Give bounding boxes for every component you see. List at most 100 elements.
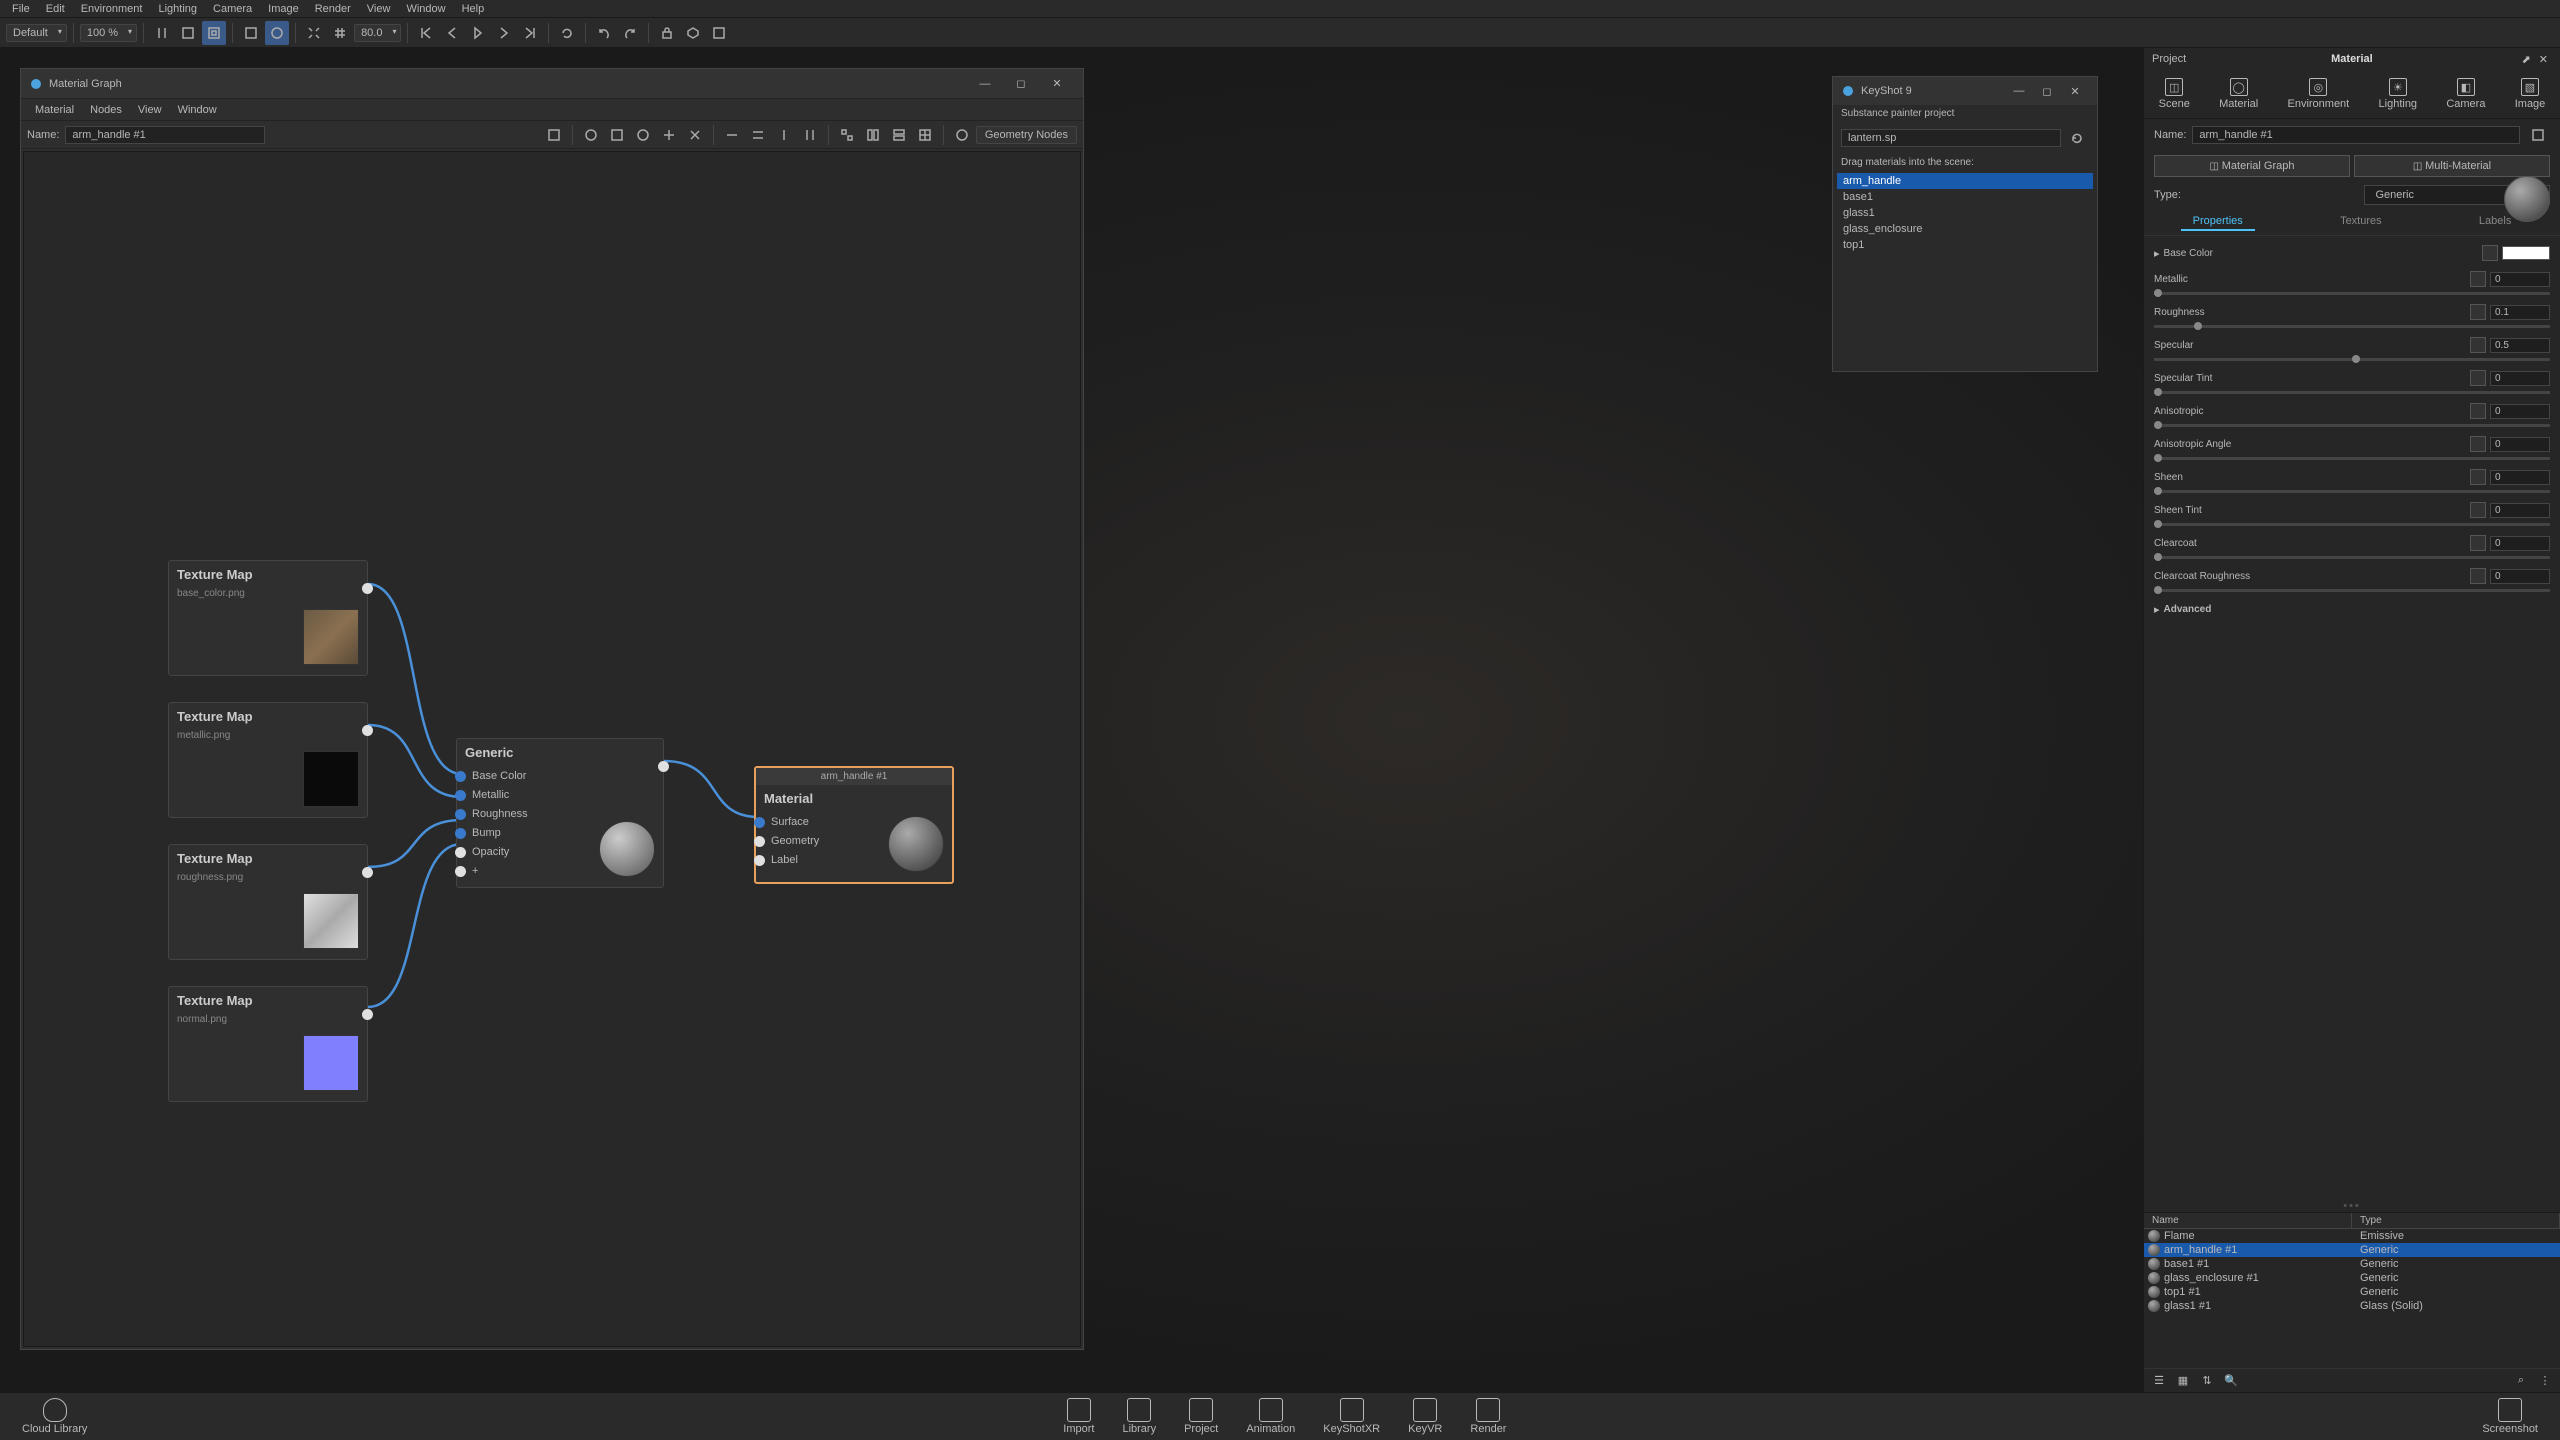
input-port-geometry[interactable] [754, 836, 765, 847]
mg-menu-window[interactable]: Window [170, 104, 225, 116]
prop-slider[interactable] [2154, 457, 2550, 460]
prop-slider[interactable] [2154, 556, 2550, 559]
next-frame-icon[interactable] [492, 21, 516, 45]
slider-thumb[interactable] [2154, 421, 2162, 429]
close-icon[interactable]: ✕ [2061, 85, 2089, 98]
box-icon[interactable] [681, 21, 705, 45]
prop-slider[interactable] [2154, 424, 2550, 427]
search-icon[interactable]: 🔍 [2222, 1372, 2240, 1390]
play-icon[interactable] [466, 21, 490, 45]
output-port[interactable] [362, 1009, 373, 1020]
node-texture-metallic[interactable]: Texture Map metallic.png [168, 702, 368, 818]
perspective-icon[interactable] [239, 21, 263, 45]
mg-geom-icon[interactable] [950, 123, 974, 147]
menu-image[interactable]: Image [260, 3, 307, 15]
dock-tab-library[interactable]: Library [1112, 1396, 1166, 1437]
minimize-icon[interactable]: — [967, 70, 1003, 98]
texture-picker-icon[interactable] [2470, 502, 2486, 518]
slider-thumb[interactable] [2154, 289, 2162, 297]
mg-align4-icon[interactable] [798, 123, 822, 147]
options-icon[interactable]: ⋮ [2536, 1372, 2554, 1390]
prop-slider[interactable] [2154, 523, 2550, 526]
material-name-input[interactable] [2192, 126, 2520, 144]
dock-tab-import[interactable]: Import [1053, 1396, 1104, 1437]
ks-item-glass-enclosure[interactable]: glass_enclosure [1837, 221, 2093, 237]
input-port-roughness[interactable] [455, 809, 466, 820]
gpu-icon[interactable] [202, 21, 226, 45]
texture-picker-icon[interactable] [2470, 370, 2486, 386]
menu-view[interactable]: View [359, 3, 399, 15]
ks-item-arm_handle[interactable]: arm_handle [1837, 173, 2093, 189]
drag-handle-icon[interactable]: ••• [2144, 1200, 2560, 1212]
prop-advanced[interactable]: ▸Advanced [2144, 596, 2560, 622]
pause-icon[interactable] [150, 21, 174, 45]
mg-tool1-icon[interactable] [579, 123, 603, 147]
col-type[interactable]: Type [2352, 1213, 2560, 1228]
output-port[interactable] [362, 583, 373, 594]
menu-lighting[interactable]: Lighting [150, 3, 205, 15]
prop-value-input[interactable]: 0 [2490, 371, 2550, 386]
texture-picker-icon[interactable] [2470, 271, 2486, 287]
last-frame-icon[interactable] [518, 21, 542, 45]
maximize-icon[interactable]: ◻ [1003, 70, 1039, 98]
node-texture-roughness[interactable]: Texture Map roughness.png [168, 844, 368, 960]
input-port-surface[interactable] [754, 817, 765, 828]
prop-value-input[interactable]: 0 [2490, 437, 2550, 452]
slider-thumb[interactable] [2352, 355, 2360, 363]
mg-menu-material[interactable]: Material [27, 104, 82, 116]
mg-save-icon[interactable] [542, 123, 566, 147]
save-icon[interactable] [707, 21, 731, 45]
prop-value-input[interactable]: 0 [2490, 536, 2550, 551]
prop-value-input[interactable]: 0 [2490, 470, 2550, 485]
prev-frame-icon[interactable] [440, 21, 464, 45]
mg-tool3-icon[interactable] [631, 123, 655, 147]
col-name[interactable]: Name [2144, 1213, 2352, 1228]
texture-picker-icon[interactable] [2470, 304, 2486, 320]
tumble-icon[interactable] [265, 21, 289, 45]
tab-lighting[interactable]: ☀Lighting [2371, 74, 2426, 114]
input-port-metallic[interactable] [455, 790, 466, 801]
prop-value-input[interactable]: 0 [2490, 503, 2550, 518]
tab-environment[interactable]: ◎Environment [2279, 74, 2357, 114]
save-icon[interactable] [2526, 123, 2550, 147]
close-icon[interactable]: ✕ [1039, 70, 1075, 98]
mg-align3-icon[interactable] [772, 123, 796, 147]
subtab-properties[interactable]: Properties [2181, 213, 2255, 231]
slider-thumb[interactable] [2154, 388, 2162, 396]
maximize-icon[interactable]: ◻ [2033, 85, 2061, 98]
texture-picker-icon[interactable] [2482, 245, 2498, 261]
redo-icon[interactable] [618, 21, 642, 45]
input-port-basecolor[interactable] [455, 771, 466, 782]
ks-item-top1[interactable]: top1 [1837, 237, 2093, 253]
tab-material[interactable]: ◯Material [2211, 74, 2266, 114]
material-graph-button[interactable]: ◫ Material Graph [2154, 155, 2350, 177]
menu-edit[interactable]: Edit [38, 3, 73, 15]
node-generic[interactable]: Generic Base Color Metallic Roughness Bu… [456, 738, 664, 888]
loop-icon[interactable] [555, 21, 579, 45]
menu-render[interactable]: Render [307, 3, 359, 15]
material-row-top1-1[interactable]: top1 #1Generic [2144, 1285, 2560, 1299]
undock-icon[interactable]: ⬈ [2518, 53, 2535, 66]
prop-slider[interactable] [2154, 490, 2550, 493]
frame-input[interactable]: 80.0 [354, 24, 401, 42]
lock-icon[interactable] [655, 21, 679, 45]
mg-tool2-icon[interactable] [605, 123, 629, 147]
slider-thumb[interactable] [2154, 586, 2162, 594]
tab-camera[interactable]: ◧Camera [2438, 74, 2493, 114]
input-port-opacity[interactable] [455, 847, 466, 858]
prop-slider[interactable] [2154, 391, 2550, 394]
slider-thumb[interactable] [2154, 454, 2162, 462]
grid-icon[interactable] [328, 21, 352, 45]
slider-thumb[interactable] [2194, 322, 2202, 330]
dock-tab-project[interactable]: Project [1174, 1396, 1228, 1437]
mg-geometry-nodes-button[interactable]: Geometry Nodes [976, 126, 1077, 144]
expand-icon[interactable]: ▸ [2154, 247, 2160, 260]
ks-item-base1[interactable]: base1 [1837, 189, 2093, 205]
dock-tab-animation[interactable]: Animation [1236, 1396, 1305, 1437]
menu-help[interactable]: Help [454, 3, 493, 15]
zoom-select[interactable]: 100 % [80, 24, 137, 42]
slider-thumb[interactable] [2154, 553, 2162, 561]
prop-value-input[interactable]: 0 [2490, 569, 2550, 584]
tab-scene[interactable]: ◫Scene [2151, 74, 2198, 114]
slider-thumb[interactable] [2154, 520, 2162, 528]
